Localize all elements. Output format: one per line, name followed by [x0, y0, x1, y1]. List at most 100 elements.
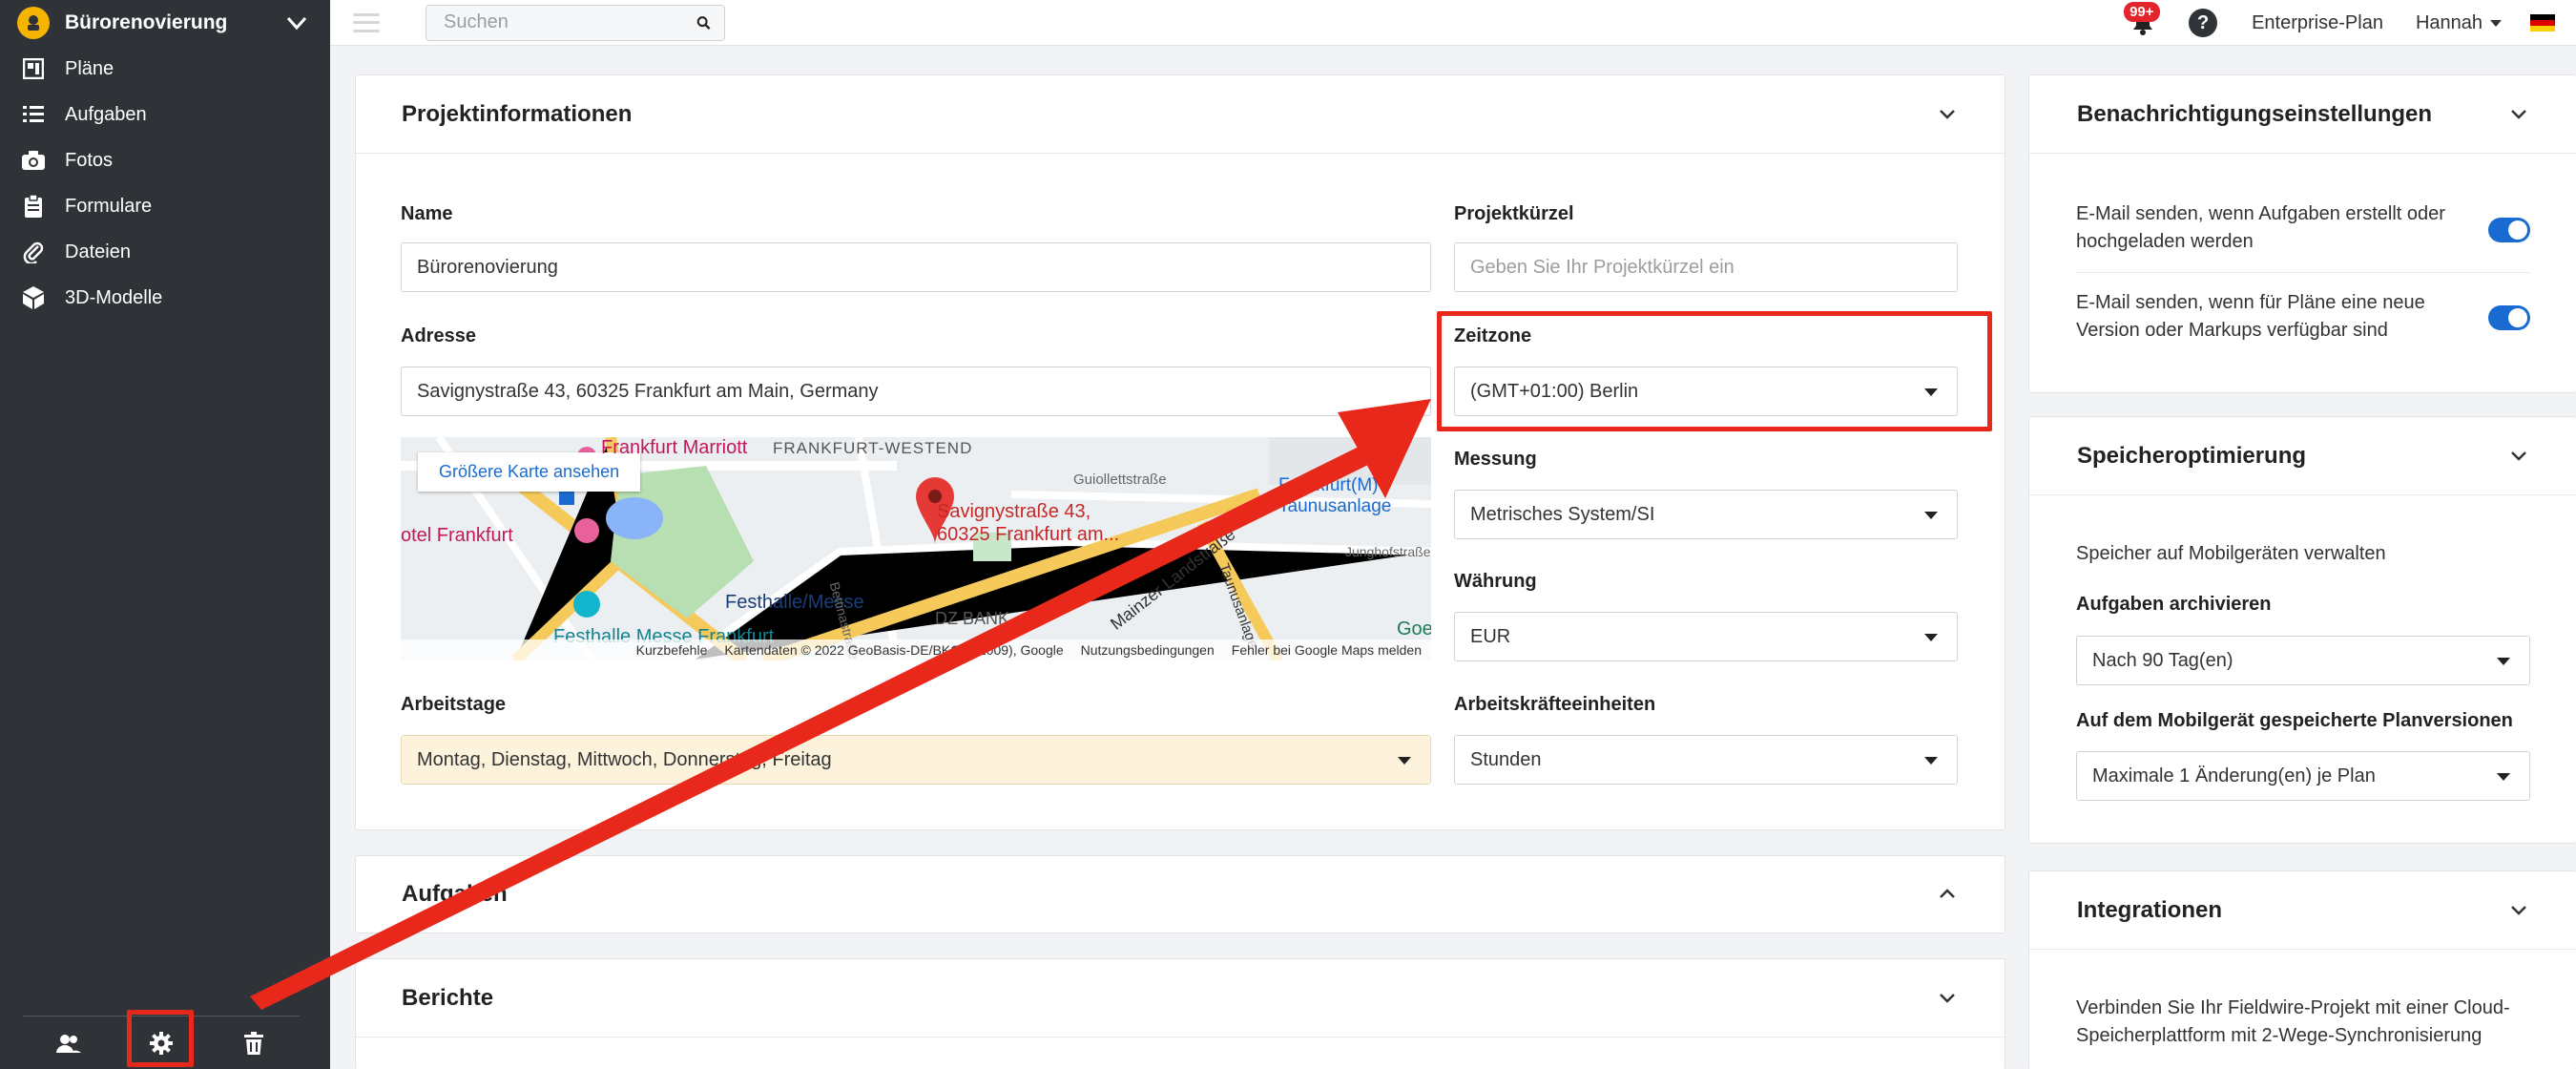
text-line: hochgeladen werden [2076, 231, 2254, 252]
chevron-down-icon[interactable] [2507, 445, 2530, 468]
map-label: FRANKFURT-WESTEND [773, 439, 973, 457]
map-label: otel Frankfurt [401, 525, 513, 546]
plan-email-toggle[interactable] [2488, 305, 2530, 330]
card-title: Projektinformationen [402, 100, 633, 127]
sidebar-item-label: 3D-Modelle [65, 286, 163, 308]
chevron-down-icon[interactable] [1936, 987, 1959, 1010]
tasks-header[interactable]: Aufgaben [356, 856, 2005, 933]
cube-icon [21, 285, 46, 310]
user-menu[interactable]: Hannah [2416, 12, 2502, 34]
reports-header[interactable]: Berichte [356, 959, 2005, 1038]
address-field[interactable] [401, 367, 1431, 416]
chevron-down-icon[interactable] [1936, 103, 1959, 126]
sidebar-item-photos[interactable]: Fotos [0, 137, 330, 183]
text-line: Speicherplattform mit 2-Wege-Synchronisi… [2076, 1025, 2483, 1046]
menu-icon[interactable] [353, 12, 380, 32]
chevron-down-icon[interactable] [2507, 103, 2530, 126]
sidebar-item-files[interactable]: Dateien [0, 229, 330, 275]
fieldwire-logo-icon [17, 7, 50, 39]
sidebar-item-label: Aufgaben [65, 103, 147, 125]
pin-label-line: 60325 Frankfurt am... [937, 524, 1120, 545]
reports-card: Berichte [355, 958, 2005, 1069]
card-title: Aufgaben [402, 881, 508, 907]
card-title: Speicheroptimierung [2077, 442, 2307, 469]
address-map[interactable]: Größere Karte ansehen Frankfurt Marriott… [401, 437, 1431, 660]
workdays-value: Montag, Dienstag, Mittwoch, Donnerstag, … [417, 748, 832, 770]
card-title: Berichte [402, 984, 494, 1011]
integrations-text: Verbinden Sie Ihr Fieldwire-Projekt mit … [2076, 995, 2510, 1050]
text-line: Version oder Markups verfügbar sind [2076, 320, 2388, 341]
chevron-up-icon[interactable] [1936, 883, 1959, 906]
plan-link[interactable]: Enterprise-Plan [2252, 12, 2383, 34]
sidebar-item-3d-models[interactable]: 3D-Modelle [0, 275, 330, 321]
sidebar-item-label: Fotos [65, 149, 114, 171]
workdays-label: Arbeitstage [401, 694, 507, 715]
gear-highlight-box [127, 1010, 194, 1067]
chevron-down-icon[interactable] [2507, 899, 2530, 922]
map-label: Guiollettstraße [1073, 472, 1167, 488]
trash-icon[interactable] [231, 1020, 277, 1066]
sidebar-item-forms[interactable]: Formulare [0, 183, 330, 229]
archive-select[interactable]: Nach 90 Tag(en) [2076, 636, 2530, 685]
name-label: Name [401, 203, 453, 224]
search-icon[interactable] [696, 12, 711, 33]
map-label: Goe [1397, 618, 1431, 639]
chevron-down-icon[interactable] [280, 7, 313, 39]
map-terms-link[interactable]: Nutzungsbedingungen [1081, 642, 1215, 658]
tasks-card: Aufgaben [355, 855, 2005, 933]
sidebar-item-tasks[interactable]: Aufgaben [0, 92, 330, 137]
map-pin-label: Savignystraße 43, 60325 Frankfurt am... [937, 500, 1119, 546]
map-shortcuts-link[interactable]: Kurzbefehle [636, 642, 708, 658]
topbar: 99+ ? Enterprise-Plan Hannah [330, 0, 2576, 46]
notifications-button[interactable]: 99+ [2124, 2, 2162, 42]
notifications-header[interactable]: Benachrichtigungseinstellungen [2029, 75, 2576, 154]
sidebar-item-plans[interactable]: Pläne [0, 46, 330, 92]
integrations-header[interactable]: Integrationen [2029, 871, 2576, 950]
help-icon[interactable]: ? [2189, 9, 2218, 37]
project-code-input[interactable] [1470, 256, 1942, 279]
map-label: Frankfurt(M) Taunusanlage [1278, 475, 1392, 516]
measure-select[interactable]: Metrisches System/SI [1454, 490, 1958, 539]
search-box[interactable] [426, 4, 725, 41]
caret-down-icon [2497, 658, 2510, 665]
sidebar-item-label: Formulare [65, 195, 153, 217]
versions-select[interactable]: Maximale 1 Änderung(en) je Plan [2076, 751, 2530, 801]
pin-label-line: Savignystraße 43, [937, 501, 1091, 522]
map-label: Frankfurt Marriott [601, 437, 748, 458]
search-input[interactable] [444, 11, 696, 33]
caret-down-icon [1924, 634, 1938, 641]
name-field[interactable] [401, 242, 1431, 292]
plans-icon [21, 56, 46, 81]
paperclip-icon [21, 240, 46, 264]
project-code-label: Projektkürzel [1454, 203, 1574, 224]
project-info-header[interactable]: Projektinformationen [356, 75, 2005, 154]
labor-select[interactable]: Stunden [1454, 735, 1958, 785]
currency-select[interactable]: EUR [1454, 612, 1958, 661]
project-switcher[interactable]: Bürorenovierung [0, 0, 330, 46]
caret-down-icon [1924, 757, 1938, 765]
sidebar: Bürorenovierung Pläne Aufgaben Fotos For… [0, 0, 330, 1069]
camera-icon [21, 148, 46, 173]
archive-label: Aufgaben archivieren [2076, 594, 2272, 615]
address-input[interactable] [417, 380, 1415, 403]
storage-header[interactable]: Speicheroptimierung [2029, 417, 2576, 495]
name-input[interactable] [417, 256, 1415, 279]
measure-label: Messung [1454, 449, 1537, 470]
map-label: Junghofstraße [1345, 544, 1431, 559]
list-icon [21, 102, 46, 127]
sidebar-item-label: Pläne [65, 57, 114, 79]
workdays-select[interactable]: Montag, Dienstag, Mittwoch, Donnerstag, … [401, 735, 1431, 785]
address-label: Adresse [401, 325, 476, 346]
caret-down-icon [1398, 757, 1411, 765]
german-flag-icon[interactable] [2530, 14, 2555, 31]
labor-label: Arbeitskräfteeinheiten [1454, 694, 1656, 715]
project-name: Bürorenovierung [65, 11, 228, 33]
users-icon[interactable] [46, 1020, 92, 1066]
versions-value: Maximale 1 Änderung(en) je Plan [2092, 765, 2376, 786]
measure-value: Metrisches System/SI [1470, 503, 1655, 525]
map-data-credit: Kartendaten © 2022 GeoBasis-DE/BKG (©200… [724, 642, 1064, 658]
map-report-link[interactable]: Fehler bei Google Maps melden [1232, 642, 1422, 658]
notification-badge: 99+ [2124, 2, 2160, 22]
task-email-toggle[interactable] [2488, 218, 2530, 242]
project-code-field[interactable] [1454, 242, 1958, 292]
